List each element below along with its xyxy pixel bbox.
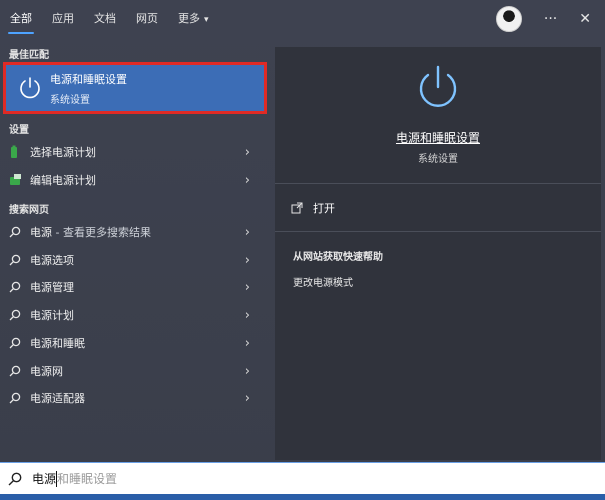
open-button[interactable]: 打开: [291, 200, 335, 216]
power-plan-icon: [9, 173, 27, 187]
tab-more[interactable]: 更多 ▾: [168, 0, 219, 38]
chevron-right-icon: ›: [244, 307, 250, 323]
more-options-button[interactable]: ···: [544, 11, 557, 27]
web-result-item[interactable]: 电源计划 ›: [0, 302, 262, 328]
web-result-item[interactable]: 电源选项 ›: [0, 247, 262, 273]
avatar[interactable]: [495, 6, 522, 32]
chevron-right-icon: ›: [244, 279, 250, 295]
help-link[interactable]: 更改电源模式: [293, 274, 353, 289]
power-icon: [10, 68, 50, 108]
search-icon: [9, 365, 27, 377]
chevron-right-icon: ›: [244, 363, 250, 379]
taskbar-strip: [0, 494, 605, 500]
web-result-item[interactable]: 电源 - 查看更多搜索结果 ›: [0, 219, 262, 245]
top-right-controls: ··· ✕: [495, 6, 591, 32]
search-icon: [9, 254, 27, 266]
list-item-choose-power-plan[interactable]: 选择电源计划 ›: [0, 139, 262, 165]
divider: [275, 183, 601, 184]
tab-apps[interactable]: 应用: [42, 0, 84, 38]
start-search-window: 全部 应用 文档 网页 更多 ▾ ··· ✕ 最佳匹配 电源和睡眠设置 系统设置 …: [0, 0, 605, 500]
search-icon: [9, 309, 27, 321]
tab-all[interactable]: 全部: [0, 0, 42, 38]
preview-panel: 电源和睡眠设置 系统设置 打开 从网站获取快速帮助 更改电源模式: [275, 47, 601, 460]
search-icon: [9, 392, 27, 404]
chevron-right-icon: ›: [244, 390, 250, 406]
close-button[interactable]: ✕: [579, 11, 591, 27]
help-heading: 从网站获取快速帮助: [293, 252, 383, 263]
search-icon: [8, 472, 28, 486]
preview-title[interactable]: 电源和睡眠设置: [275, 129, 601, 146]
chevron-down-icon: ▾: [204, 15, 209, 25]
preview-subtitle: 系统设置: [418, 154, 458, 165]
best-match-item[interactable]: 电源和睡眠设置 系统设置: [3, 62, 267, 114]
list-item-edit-power-plan[interactable]: 编辑电源计划 ›: [0, 167, 262, 193]
chevron-right-icon: ›: [244, 144, 250, 160]
chevron-right-icon: ›: [244, 224, 250, 240]
best-match-heading: 最佳匹配: [9, 50, 49, 61]
best-match-subtitle: 系统设置: [50, 94, 90, 106]
power-icon: [413, 63, 463, 117]
web-result-item[interactable]: 电源和睡眠 ›: [0, 330, 262, 356]
chevron-right-icon: ›: [244, 252, 250, 268]
chevron-right-icon: ›: [244, 172, 250, 188]
tab-web[interactable]: 网页: [126, 0, 168, 38]
search-autocomplete-hint: 和睡眠设置: [57, 472, 118, 486]
search-icon: [9, 281, 27, 293]
battery-icon: [9, 145, 27, 159]
search-icon: [9, 337, 27, 349]
results-list: 最佳匹配 电源和睡眠设置 系统设置 设置 选择电源计划 › 编辑电源计划 › 搜…: [0, 40, 270, 460]
web-result-item[interactable]: 电源网 ›: [0, 358, 262, 384]
tab-documents[interactable]: 文档: [84, 0, 126, 38]
search-web-heading: 搜索网页: [9, 205, 49, 216]
settings-heading: 设置: [9, 125, 29, 136]
web-result-item[interactable]: 电源适配器 ›: [0, 385, 262, 411]
chevron-right-icon: ›: [244, 335, 250, 351]
divider: [275, 231, 601, 232]
web-result-item[interactable]: 电源管理 ›: [0, 274, 262, 300]
search-input[interactable]: 电源: [32, 470, 56, 487]
best-match-title: 电源和睡眠设置: [50, 72, 127, 86]
search-icon: [9, 226, 27, 238]
open-external-icon: [291, 202, 303, 214]
search-bar[interactable]: 电源 和睡眠设置: [0, 462, 605, 494]
